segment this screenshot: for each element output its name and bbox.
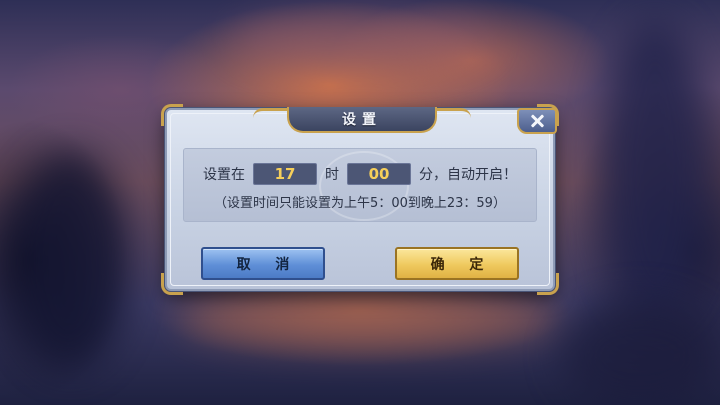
close-button[interactable] bbox=[517, 108, 557, 134]
confirm-button[interactable]: 确 定 bbox=[395, 247, 519, 280]
time-suffix-text: 分，自动开启！ bbox=[419, 167, 517, 183]
frame-corner-ornament bbox=[161, 273, 183, 295]
time-prefix-text: 设置在 bbox=[203, 167, 245, 183]
settings-dialog: 设置 设置在 17 时 00 分，自动开启！ （设置时间只能设置为上午5：00到… bbox=[161, 104, 559, 295]
frame-corner-ornament bbox=[161, 104, 183, 126]
close-icon bbox=[530, 114, 544, 128]
cancel-button[interactable]: 取 消 bbox=[201, 247, 325, 280]
settings-content-panel: 设置在 17 时 00 分，自动开启！ （设置时间只能设置为上午5：00到晚上2… bbox=[183, 148, 537, 222]
dialog-title-tab: 设置 bbox=[287, 107, 437, 133]
hour-unit-text: 时 bbox=[325, 167, 339, 183]
hour-input[interactable]: 17 bbox=[253, 163, 317, 185]
frame-corner-ornament bbox=[537, 273, 559, 295]
minute-input[interactable]: 00 bbox=[347, 163, 411, 185]
dialog-title: 设置 bbox=[342, 112, 382, 128]
time-range-note: （设置时间只能设置为上午5：00到晚上23：59） bbox=[214, 196, 506, 211]
title-ornament bbox=[431, 108, 471, 118]
auto-start-time-row: 设置在 17 时 00 分，自动开启！ bbox=[184, 163, 536, 185]
